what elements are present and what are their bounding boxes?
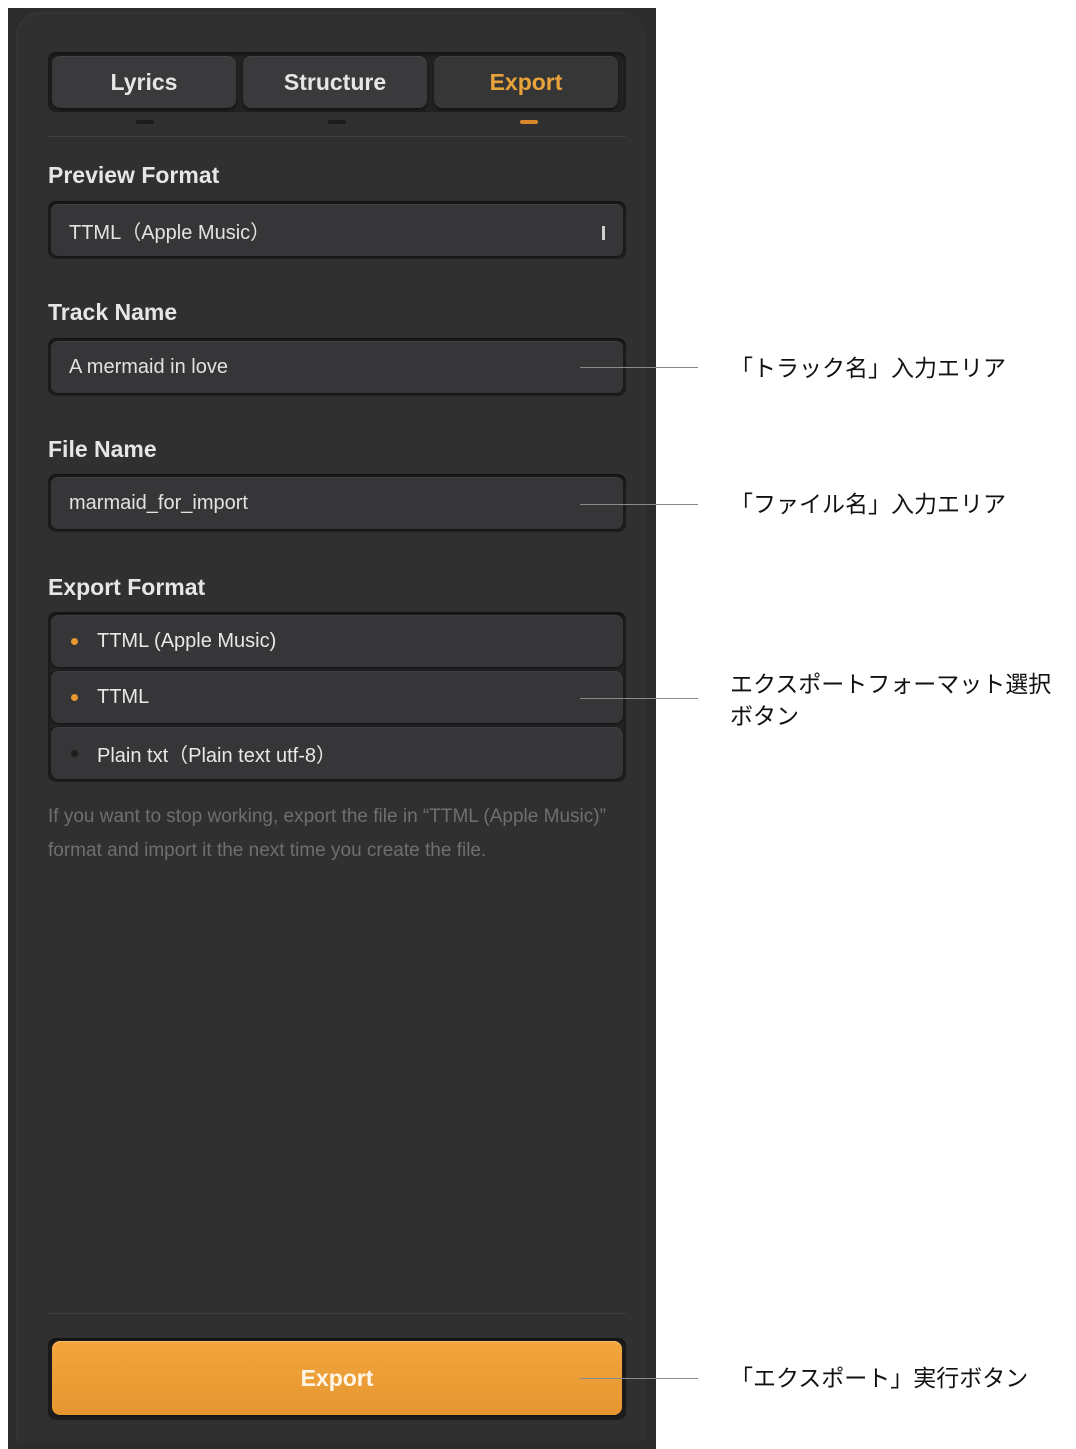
export-button-well: Export <box>48 1338 626 1420</box>
export-format-option-label: TTML (Apple Music) <box>97 629 277 652</box>
callout-track-name: 「トラック名」入力エリア <box>730 355 1006 381</box>
export-hint-text: If you want to stop working, export the … <box>48 806 606 861</box>
callout-export-format: エクスポートフォーマット選択 ボタン <box>730 668 1051 732</box>
selected-dot-icon <box>71 637 78 645</box>
export-format-option-label: TTML <box>97 685 150 708</box>
tab-bar: Lyrics Structure Export <box>48 52 626 112</box>
callout-line-export-button <box>580 1378 698 1379</box>
selected-dot-icon <box>71 693 78 701</box>
track-name-value: A mermaid in love <box>69 355 228 378</box>
export-format-label: Export Format <box>48 574 206 600</box>
file-name-label: File Name <box>48 436 157 462</box>
tab-divider <box>48 136 626 137</box>
file-name-field-well: marmaid_for_import <box>48 474 626 532</box>
tab-structure-indicator <box>328 120 346 124</box>
tab-structure[interactable]: Structure <box>243 56 427 108</box>
tab-export[interactable]: Export <box>434 56 618 108</box>
unselected-dot-icon <box>71 749 78 757</box>
bottom-divider <box>48 1313 626 1314</box>
tab-lyrics-indicator <box>136 120 154 124</box>
preview-format-select-well: TTML（Apple Music） <box>48 201 626 259</box>
export-format-option-ttml[interactable]: TTML <box>51 671 623 723</box>
track-name-label: Track Name <box>48 299 178 325</box>
tab-export-indicator <box>520 120 538 124</box>
callout-file-name: 「ファイル名」入力エリア <box>730 491 1006 517</box>
preview-format-value: TTML（Apple Music） <box>69 221 271 244</box>
export-format-option-label: Plain txt（Plain text utf-8） <box>97 744 336 767</box>
preview-format-label: Preview Format <box>48 162 220 188</box>
export-button[interactable]: Export <box>52 1341 622 1415</box>
preview-format-select[interactable]: TTML（Apple Music） <box>51 204 623 256</box>
callout-export-button: 「エクスポート」実行ボタン <box>730 1365 1029 1391</box>
callout-export-format-line1: エクスポートフォーマット選択 <box>730 671 1052 697</box>
export-format-options: TTML (Apple Music) TTML Plain txt（Plain … <box>48 612 626 782</box>
export-format-option-ttml-apple-music[interactable]: TTML (Apple Music) <box>51 615 623 667</box>
export-format-option-plain-txt[interactable]: Plain txt（Plain text utf-8） <box>51 727 623 779</box>
callout-line-export-format <box>580 698 698 699</box>
tab-lyrics[interactable]: Lyrics <box>52 56 236 108</box>
callout-line-file-name <box>580 504 698 505</box>
callout-line-track-name <box>580 367 698 368</box>
select-caret-icon <box>602 226 605 240</box>
file-name-input[interactable]: marmaid_for_import <box>51 477 623 529</box>
file-name-value: marmaid_for_import <box>69 491 248 514</box>
track-name-field-well: A mermaid in love <box>48 338 626 396</box>
callout-export-format-line2: ボタン <box>730 703 799 729</box>
track-name-input[interactable]: A mermaid in love <box>51 341 623 393</box>
